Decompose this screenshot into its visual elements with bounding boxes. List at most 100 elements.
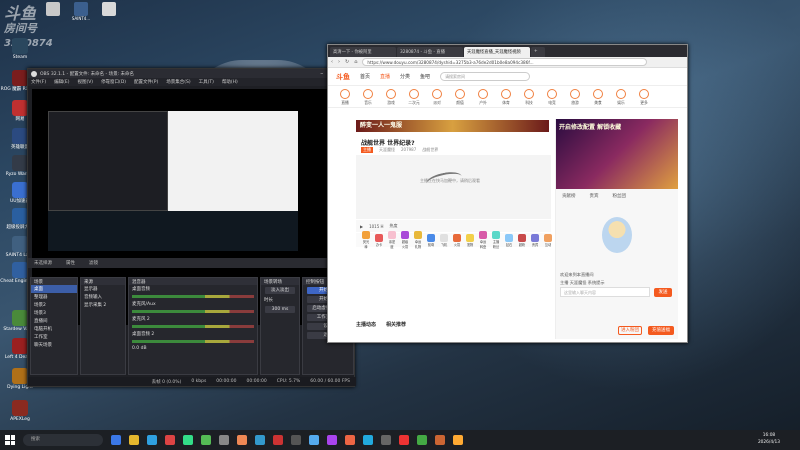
windows-start-icon[interactable] bbox=[5, 435, 15, 445]
menu-edit[interactable]: 编辑(E) bbox=[54, 79, 69, 85]
tab-vip[interactable]: 贵宾 bbox=[590, 193, 599, 199]
nav-live[interactable]: 直播 bbox=[380, 73, 390, 80]
tab-fan-club[interactable]: 粉丝团 bbox=[613, 193, 627, 199]
room-banner[interactable]: 醉变一人一鬼服 bbox=[356, 120, 549, 132]
desktop-icon[interactable]: SAINT4... bbox=[70, 2, 92, 21]
douyu-logo[interactable]: 斗鱼 bbox=[336, 72, 350, 82]
category-item[interactable]: 娱乐 bbox=[614, 89, 628, 105]
transition-type-select[interactable]: 淡入淡出 bbox=[265, 287, 295, 294]
app-icon[interactable] bbox=[363, 435, 373, 445]
gift-item[interactable]: 亲密度 bbox=[388, 231, 396, 249]
nav-home[interactable]: 首页 bbox=[360, 73, 370, 80]
category-item[interactable]: 科技 bbox=[522, 89, 536, 105]
browser-tab-active[interactable]: 天涯魔怪直播_天涯魔怪视频 bbox=[464, 47, 530, 57]
category-item[interactable]: 电竞 bbox=[545, 89, 559, 105]
menu-scene-collection[interactable]: 场景集合(S) bbox=[166, 79, 190, 85]
chat-input[interactable]: 这里输入聊天内容 bbox=[560, 287, 650, 297]
desktop-icon-steam[interactable]: Steam bbox=[0, 38, 40, 60]
scene-item[interactable]: 桌面 bbox=[31, 285, 77, 293]
category-item[interactable]: 更多 bbox=[637, 89, 651, 105]
app-icon[interactable] bbox=[381, 435, 391, 445]
scene-item[interactable]: 场景2 bbox=[31, 301, 77, 309]
system-clock[interactable]: 16:08 2026/4/13 bbox=[758, 432, 780, 446]
scene-item[interactable]: 聊天场景 bbox=[31, 341, 77, 349]
app-icon[interactable] bbox=[435, 435, 445, 445]
wechat-icon[interactable] bbox=[201, 435, 211, 445]
desktop-icon[interactable] bbox=[98, 2, 120, 21]
gift-item[interactable]: 贵宾 bbox=[531, 233, 539, 247]
volume-meter[interactable] bbox=[132, 340, 254, 343]
source-item[interactable]: 显示器 bbox=[81, 285, 125, 293]
play-icon[interactable]: ▶ bbox=[360, 224, 363, 229]
volume-meter[interactable] bbox=[132, 295, 254, 298]
forward-icon[interactable]: › bbox=[338, 59, 340, 65]
category-item[interactable]: 直播 bbox=[338, 89, 352, 105]
browser-tab[interactable]: 高清一下 - 你被阿里 bbox=[330, 47, 396, 57]
menu-view[interactable]: 视图(V) bbox=[77, 79, 93, 85]
scene-item[interactable]: 整理器 bbox=[31, 293, 77, 301]
recharge-button[interactable]: 充值送福 bbox=[648, 326, 674, 335]
app-icon[interactable] bbox=[327, 435, 337, 445]
source-item[interactable]: 音频输入 bbox=[81, 293, 125, 301]
tab-recommend[interactable]: 相关推荐 bbox=[386, 321, 406, 328]
category-item[interactable]: 旅游 bbox=[568, 89, 582, 105]
game-category[interactable]: 战舰世界 bbox=[422, 147, 438, 153]
scene-item[interactable]: 场景3 bbox=[31, 309, 77, 317]
tab-contribution[interactable]: 贡献榜 bbox=[562, 193, 576, 199]
promo-banner[interactable]: 开启修改配置 解锁收藏 bbox=[556, 119, 678, 189]
gift-item[interactable]: 幸运礼物 bbox=[414, 231, 422, 249]
duration-input[interactable]: 300 ms bbox=[265, 306, 295, 313]
gift-item[interactable]: 幸运转盘 bbox=[479, 231, 487, 249]
menu-profile[interactable]: 配置文件(P) bbox=[134, 79, 158, 85]
menu-tools[interactable]: 工具(T) bbox=[199, 79, 214, 85]
app-icon[interactable] bbox=[273, 435, 283, 445]
desktop-icon-apex[interactable]: APEXLeg bbox=[0, 400, 40, 422]
desktop-icon[interactable] bbox=[42, 2, 64, 21]
app-icon[interactable] bbox=[237, 435, 247, 445]
category-item[interactable]: 二次元 bbox=[407, 89, 421, 105]
app-icon[interactable] bbox=[417, 435, 427, 445]
file-explorer-icon[interactable] bbox=[129, 435, 139, 445]
obs-icon[interactable] bbox=[291, 435, 301, 445]
category-item[interactable]: 游戏 bbox=[384, 89, 398, 105]
browser-tab[interactable]: 3280874 - 斗鱼 - 直播 bbox=[397, 47, 463, 57]
menu-docks[interactable]: 停靠窗口(D) bbox=[101, 79, 126, 85]
filters-button[interactable]: 滤镜 bbox=[89, 260, 98, 266]
menu-file[interactable]: 文件(F) bbox=[31, 79, 46, 85]
edge-icon[interactable] bbox=[111, 435, 121, 445]
app-icon[interactable] bbox=[309, 435, 319, 445]
category-item[interactable]: 体育 bbox=[499, 89, 513, 105]
gift-item[interactable]: 宠物 bbox=[466, 233, 474, 247]
reload-icon[interactable]: ↻ bbox=[345, 59, 349, 65]
streamer-name[interactable]: 天涯魔怪 bbox=[379, 147, 395, 153]
gift-item[interactable]: 钻石 bbox=[505, 233, 513, 247]
gift-item[interactable]: 航母 bbox=[427, 233, 435, 247]
volume-meter[interactable] bbox=[132, 325, 254, 328]
douyu-icon[interactable] bbox=[399, 435, 409, 445]
category-item[interactable]: 派对 bbox=[430, 89, 444, 105]
back-icon[interactable]: ‹ bbox=[331, 59, 333, 65]
address-bar[interactable]: https://www.douyu.com/3280874/dyshid=327… bbox=[362, 58, 647, 66]
gift-item[interactable]: 办卡 bbox=[375, 233, 383, 247]
app-icon[interactable] bbox=[165, 435, 175, 445]
category-item[interactable]: 颜值 bbox=[453, 89, 467, 105]
properties-button[interactable]: 属性 bbox=[66, 260, 75, 266]
tab-streamer-news[interactable]: 主播动态 bbox=[356, 321, 376, 328]
category-item[interactable]: 户外 bbox=[476, 89, 490, 105]
nav-yuba[interactable]: 鱼吧 bbox=[420, 73, 430, 80]
category-item[interactable]: 美食 bbox=[591, 89, 605, 105]
scene-item[interactable]: 工作室 bbox=[31, 333, 77, 341]
app-icon[interactable] bbox=[453, 435, 463, 445]
source-item[interactable]: 显示采集 2 bbox=[81, 301, 125, 309]
home-icon[interactable]: ⌂ bbox=[354, 59, 357, 65]
minimize-icon[interactable]: – bbox=[320, 70, 323, 77]
taskbar-search[interactable]: 搜索 bbox=[23, 434, 103, 446]
app-icon[interactable] bbox=[219, 435, 229, 445]
join-fan-club-button[interactable]: 进入粉团 bbox=[618, 326, 642, 335]
nav-category[interactable]: 分类 bbox=[400, 73, 410, 80]
send-button[interactable]: 发送 bbox=[654, 288, 672, 297]
douyu-search-input[interactable]: 请搜索房间 bbox=[440, 72, 531, 81]
gift-item[interactable]: 超级火箭 bbox=[401, 231, 409, 249]
gift-item[interactable]: 互动 bbox=[544, 233, 552, 247]
scene-item[interactable]: 直播间 bbox=[31, 317, 77, 325]
